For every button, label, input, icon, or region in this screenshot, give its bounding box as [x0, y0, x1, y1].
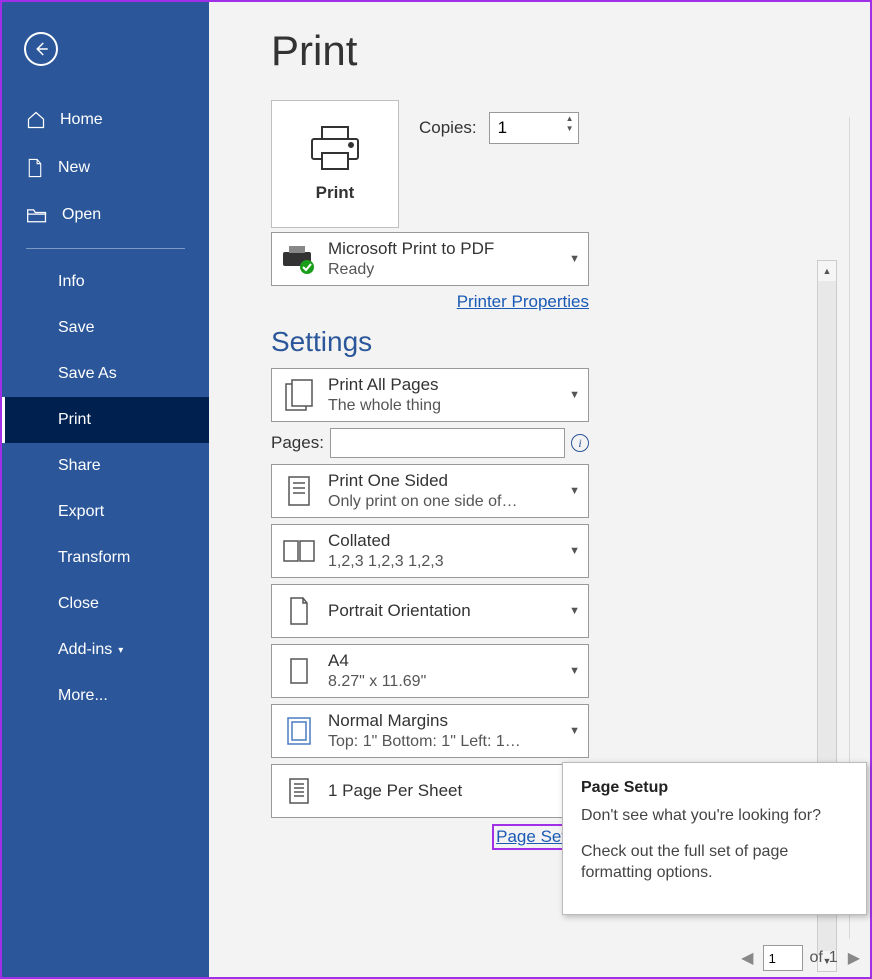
spin-up-icon[interactable]: ▲: [563, 114, 577, 124]
printer-dropdown[interactable]: Microsoft Print to PDF Ready ▼: [271, 232, 589, 286]
print-button[interactable]: Print: [271, 100, 399, 228]
document-icon: [26, 158, 44, 178]
info-icon[interactable]: i: [571, 434, 589, 452]
margins-dropdown[interactable]: Normal Margins Top: 1" Bottom: 1" Left: …: [271, 704, 589, 758]
next-page-button[interactable]: ▶: [844, 946, 864, 970]
dd-sub: 8.27" x 11.69": [328, 673, 580, 691]
dd-sub: The whole thing: [328, 397, 580, 415]
sidebar-item-label: Save As: [58, 365, 117, 383]
sidebar-item-new[interactable]: New: [2, 144, 209, 192]
tooltip-line1: Don't see what you're looking for?: [581, 805, 848, 827]
sidebar-item-label: More...: [58, 687, 108, 705]
printer-properties-link[interactable]: Printer Properties: [457, 292, 589, 311]
sidebar-item-label: Print: [58, 411, 91, 429]
page-setup-tooltip: Page Setup Don't see what you're looking…: [562, 762, 867, 915]
dd-sub: 1,2,3 1,2,3 1,2,3: [328, 553, 580, 571]
sidebar-item-export[interactable]: Export: [2, 489, 209, 535]
page-navigator: ◀ of 1 ▶: [737, 945, 864, 971]
chevron-down-icon: ▼: [569, 725, 580, 737]
orientation-dropdown[interactable]: Portrait Orientation ▼: [271, 584, 589, 638]
sidebar-item-share[interactable]: Share: [2, 443, 209, 489]
chevron-down-icon: ▼: [569, 545, 580, 557]
copies-spinner[interactable]: ▲▼: [563, 114, 577, 134]
portrait-icon: [287, 596, 311, 626]
sidebar-item-label: Export: [58, 503, 104, 521]
one-sided-icon: [285, 474, 313, 508]
of-label: of: [809, 949, 822, 967]
printer-status: Ready: [328, 261, 580, 279]
per-sheet-icon: [286, 776, 312, 806]
sidebar-item-label: Share: [58, 457, 101, 475]
margins-icon: [285, 715, 313, 747]
spin-down-icon[interactable]: ▼: [563, 124, 577, 134]
printer-ready-icon: [281, 244, 317, 274]
sidebar-item-save-as[interactable]: Save As: [2, 351, 209, 397]
pages-label: Pages:: [271, 433, 324, 453]
sidebar-item-label: Add-ins: [58, 641, 112, 659]
dd-sub: Top: 1" Bottom: 1" Left: 1…: [328, 733, 580, 751]
back-button[interactable]: [24, 32, 58, 66]
sided-dropdown[interactable]: Print One Sided Only print on one side o…: [271, 464, 589, 518]
paper-size-dropdown[interactable]: A4 8.27" x 11.69" ▼: [271, 644, 589, 698]
pages-input[interactable]: [330, 428, 565, 458]
sidebar-item-transform[interactable]: Transform: [2, 535, 209, 581]
print-what-dropdown[interactable]: Print All Pages The whole thing ▼: [271, 368, 589, 422]
sidebar-item-save[interactable]: Save: [2, 305, 209, 351]
total-pages: 1: [829, 949, 838, 967]
scroll-up-button[interactable]: ▲: [818, 261, 836, 281]
printer-icon: [308, 125, 362, 171]
sidebar-item-print[interactable]: Print: [2, 397, 209, 443]
per-sheet-dropdown[interactable]: 1 Page Per Sheet ▼: [271, 764, 589, 818]
tooltip-title: Page Setup: [581, 779, 848, 797]
chevron-down-icon: ▼: [569, 605, 580, 617]
chevron-down-icon: ▼: [569, 665, 580, 677]
chevron-down-icon: ▾: [118, 645, 123, 656]
folder-open-icon: [26, 206, 48, 224]
sidebar-item-open[interactable]: Open: [2, 192, 209, 238]
back-arrow-icon: [32, 40, 50, 58]
collate-dropdown[interactable]: Collated 1,2,3 1,2,3 1,2,3 ▼: [271, 524, 589, 578]
print-button-label: Print: [316, 183, 355, 203]
home-icon: [26, 110, 46, 130]
sidebar-item-close[interactable]: Close: [2, 581, 209, 627]
current-page-input[interactable]: [763, 945, 803, 971]
dd-title: A4: [328, 651, 580, 671]
dd-title: Portrait Orientation: [328, 601, 580, 621]
sidebar-item-label: Home: [60, 111, 103, 129]
page-title: Print: [271, 27, 870, 75]
chevron-down-icon: ▼: [569, 253, 580, 265]
sidebar-item-label: Open: [62, 206, 101, 224]
dd-title: Print All Pages: [328, 375, 580, 395]
chevron-down-icon: ▼: [569, 389, 580, 401]
sidebar-item-addins[interactable]: Add-ins ▾: [2, 627, 209, 673]
dd-title: Normal Margins: [328, 711, 580, 731]
sidebar-divider: [26, 248, 185, 249]
chevron-down-icon: ▼: [569, 485, 580, 497]
sidebar-item-more[interactable]: More...: [2, 673, 209, 719]
tooltip-line2: Check out the full set of page formattin…: [581, 841, 848, 884]
sidebar-item-label: New: [58, 159, 90, 177]
dd-sub: Only print on one side of…: [328, 493, 580, 511]
sidebar-item-label: Transform: [58, 549, 130, 567]
dd-title: Collated: [328, 531, 580, 551]
sidebar-item-home[interactable]: Home: [2, 96, 209, 144]
dd-title: 1 Page Per Sheet: [328, 781, 580, 801]
collated-icon: [282, 538, 316, 564]
backstage-sidebar: Home New Open Info Save Save As Print Sh…: [2, 2, 209, 977]
printer-name: Microsoft Print to PDF: [328, 239, 580, 259]
pages-icon: [284, 378, 314, 412]
sidebar-item-label: Save: [58, 319, 94, 337]
dd-title: Print One Sided: [328, 471, 580, 491]
sidebar-item-label: Close: [58, 595, 99, 613]
sidebar-item-info[interactable]: Info: [2, 259, 209, 305]
paper-icon: [287, 656, 311, 686]
prev-page-button[interactable]: ◀: [737, 946, 757, 970]
sidebar-item-label: Info: [58, 273, 85, 291]
settings-heading: Settings: [271, 326, 589, 358]
copies-label: Copies:: [419, 118, 477, 138]
